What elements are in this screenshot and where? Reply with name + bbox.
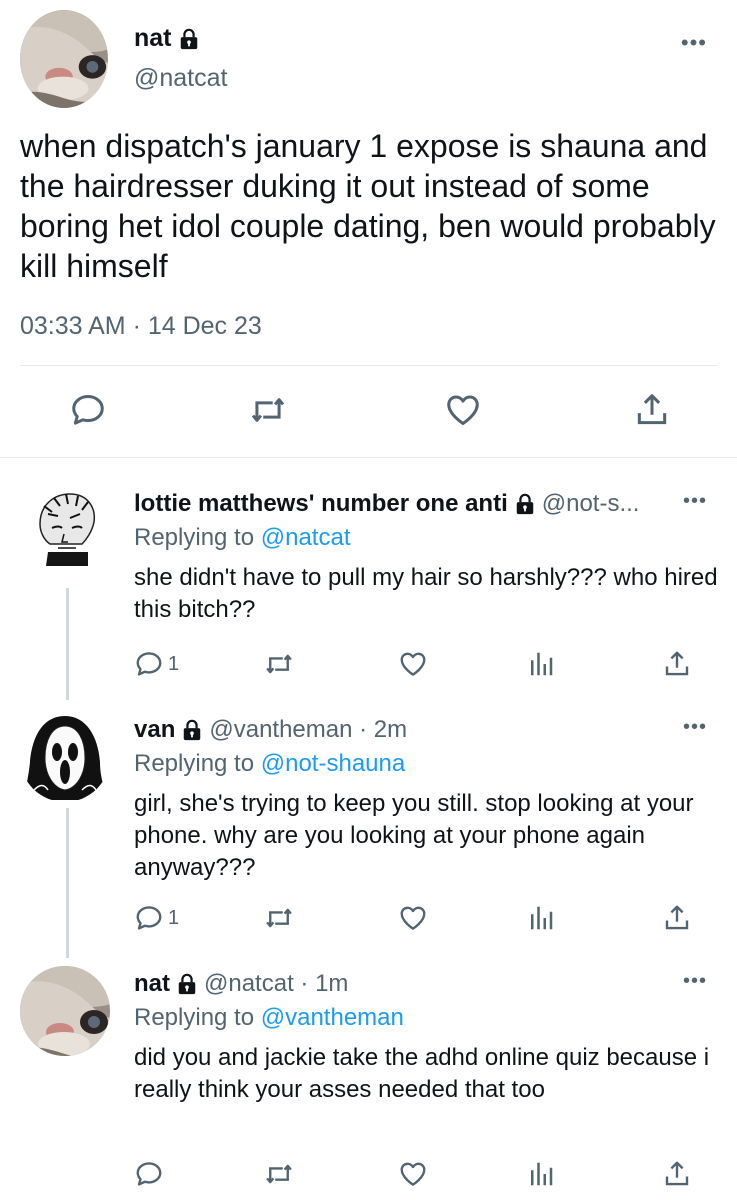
reply-actions xyxy=(134,1156,704,1192)
reply-count: 1 xyxy=(168,652,180,675)
like-button[interactable] xyxy=(398,1156,428,1192)
reply-button[interactable]: 1 xyxy=(134,900,179,936)
retweet-button[interactable] xyxy=(264,646,294,682)
reply-tweet: van @vantheman · 2m ••• Replying to @not… xyxy=(0,716,737,936)
reply-text: girl, she's trying to keep you still. st… xyxy=(134,790,694,881)
reply-icon xyxy=(134,1159,164,1189)
reply-header: nat @natcat · 1m xyxy=(134,970,348,998)
stats-button[interactable] xyxy=(526,900,556,936)
author-name[interactable]: nat xyxy=(134,970,170,998)
lock-icon xyxy=(181,719,203,741)
tweet-timestamp[interactable]: 03:33 AM · 14 Dec 23 xyxy=(20,312,262,341)
reply-text: she didn't have to pull my hair so harsh… xyxy=(134,564,718,623)
share-button[interactable] xyxy=(662,1156,692,1192)
stats-icon xyxy=(526,1159,556,1189)
share-icon xyxy=(662,649,692,679)
share-icon xyxy=(633,391,671,429)
replying-to: Replying to @vantheman xyxy=(134,1004,404,1032)
divider xyxy=(20,365,717,366)
replying-label: Replying to xyxy=(134,1004,261,1031)
more-options-icon[interactable]: ••• xyxy=(683,716,707,739)
mention-link[interactable]: @not-shauna xyxy=(261,750,405,777)
stats-button[interactable] xyxy=(526,646,556,682)
tweet-text: when dispatch's january 1 expose is shau… xyxy=(20,128,716,284)
more-options-icon[interactable]: ••• xyxy=(681,30,707,56)
author-handle[interactable]: @not-s... xyxy=(542,490,640,518)
reply-button[interactable] xyxy=(134,1156,168,1192)
reply-tweet: lottie matthews' number one anti @not-s.… xyxy=(0,490,737,680)
like-button[interactable] xyxy=(398,900,428,936)
like-icon xyxy=(444,391,482,429)
author-name[interactable]: lottie matthews' number one anti xyxy=(134,490,508,518)
reply-header: lottie matthews' number one anti @not-s.… xyxy=(134,490,639,518)
reply-tweet: nat @natcat · 1m ••• Replying to @vanthe… xyxy=(0,970,737,1192)
replying-to: Replying to @natcat xyxy=(134,524,351,552)
main-tweet: nat @natcat ••• when dispatch's january … xyxy=(0,0,737,458)
replying-to: Replying to @not-shauna xyxy=(134,750,405,778)
share-icon xyxy=(662,1159,692,1189)
replying-label: Replying to xyxy=(134,750,261,777)
like-icon xyxy=(398,1159,428,1189)
like-button[interactable] xyxy=(398,646,428,682)
share-button[interactable] xyxy=(632,385,672,435)
mention-link[interactable]: @vantheman xyxy=(261,1004,404,1031)
retweet-icon xyxy=(264,649,294,679)
mention-link[interactable]: @natcat xyxy=(261,524,351,551)
author-handle[interactable]: @natcat xyxy=(134,64,227,93)
share-button[interactable] xyxy=(662,646,692,682)
more-options-icon[interactable]: ••• xyxy=(683,970,707,993)
retweet-icon xyxy=(249,391,287,429)
retweet-button[interactable] xyxy=(248,385,288,435)
reply-actions: 1 xyxy=(134,646,704,682)
reply-actions: 1 xyxy=(134,900,704,936)
share-button[interactable] xyxy=(662,900,692,936)
tweet-actions xyxy=(0,385,737,435)
reply-icon xyxy=(134,649,164,679)
avatar[interactable] xyxy=(20,10,108,108)
reply-button[interactable] xyxy=(68,385,108,435)
lock-icon xyxy=(178,28,200,50)
retweet-button[interactable] xyxy=(264,1156,294,1192)
avatar[interactable] xyxy=(20,966,110,1056)
lock-icon xyxy=(514,493,536,515)
share-icon xyxy=(662,903,692,933)
reply-button[interactable]: 1 xyxy=(134,646,179,682)
like-icon xyxy=(398,903,428,933)
retweet-icon xyxy=(264,1159,294,1189)
retweet-icon xyxy=(264,903,294,933)
author-handle[interactable]: @natcat · 1m xyxy=(204,970,348,998)
reply-text: did you and jackie take the adhd online … xyxy=(134,1044,710,1103)
stats-icon xyxy=(526,903,556,933)
reply-icon xyxy=(134,903,164,933)
author-name-row[interactable]: nat xyxy=(134,24,200,53)
more-options-icon[interactable]: ••• xyxy=(683,490,707,513)
reply-header: van @vantheman · 2m xyxy=(134,716,407,744)
replying-label: Replying to xyxy=(134,524,261,551)
like-button[interactable] xyxy=(443,385,483,435)
divider xyxy=(0,457,737,458)
avatar[interactable] xyxy=(20,484,110,574)
reply-count: 1 xyxy=(168,906,180,929)
avatar[interactable] xyxy=(20,712,110,802)
retweet-button[interactable] xyxy=(264,900,294,936)
lock-icon xyxy=(176,973,198,995)
author-handle[interactable]: @vantheman · 2m xyxy=(209,716,407,744)
like-icon xyxy=(398,649,428,679)
author-name[interactable]: van xyxy=(134,716,175,744)
author-name[interactable]: nat xyxy=(134,24,172,53)
stats-button[interactable] xyxy=(526,1156,556,1192)
stats-icon xyxy=(526,649,556,679)
reply-icon xyxy=(69,391,107,429)
